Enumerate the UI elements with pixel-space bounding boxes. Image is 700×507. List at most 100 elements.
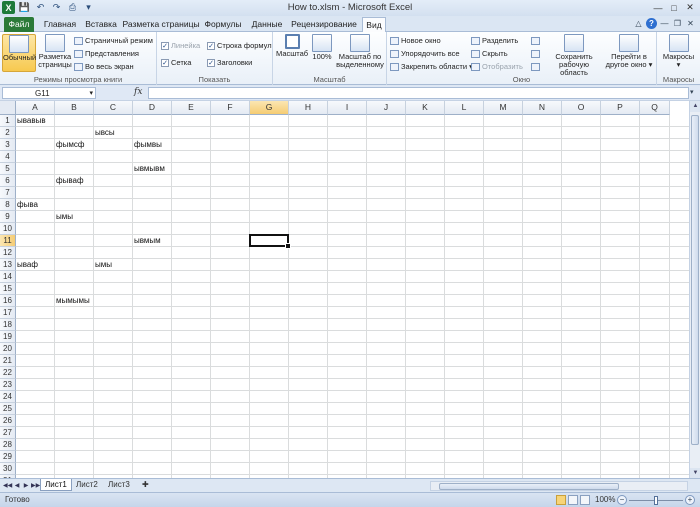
fullscreen-button[interactable]: Во весь экран — [74, 61, 134, 72]
row-header-22[interactable]: 22 — [0, 367, 16, 379]
last-sheet-icon[interactable]: ▶▶ — [31, 481, 40, 491]
split-button[interactable]: Разделить — [471, 35, 518, 46]
headings-checkbox[interactable]: ✓ Заголовки — [207, 57, 252, 68]
ruler-checkbox[interactable]: ✓ Линейка — [161, 40, 200, 51]
worksheet-grid[interactable]: ▲ ▼ A B C D E F G H I J K L M N O P Q 1 2 3 4 5 6 7 8 9 10 11 12 13 14… — [0, 100, 700, 487]
row-header-2[interactable]: 2 — [0, 127, 16, 139]
tab-view[interactable]: Вид — [362, 17, 386, 33]
row-header-16[interactable]: 16 — [0, 295, 16, 307]
row-header-25[interactable]: 25 — [0, 403, 16, 415]
doc-close-icon[interactable]: ✕ — [685, 18, 696, 29]
ribbon-collapse-icon[interactable]: △ — [633, 18, 644, 29]
horizontal-scroll-thumb[interactable] — [439, 483, 619, 490]
insert-sheet-icon[interactable]: ✚ — [138, 479, 153, 491]
column-header-g[interactable]: G — [250, 101, 289, 115]
column-header-n[interactable]: N — [523, 101, 562, 115]
row-header-8[interactable]: 8 — [0, 199, 16, 211]
zoom-out-icon[interactable]: − — [617, 495, 627, 505]
column-header-k[interactable]: K — [406, 101, 445, 115]
cell-a13[interactable]: ываф — [16, 259, 38, 271]
column-header-o[interactable]: O — [562, 101, 601, 115]
row-header-9[interactable]: 9 — [0, 211, 16, 223]
freeze-panes-button[interactable]: Закрепить области ▾ — [390, 61, 473, 72]
row-header-14[interactable]: 14 — [0, 271, 16, 283]
row-header-4[interactable]: 4 — [0, 151, 16, 163]
help-icon[interactable]: ? — [646, 18, 657, 29]
zoom-slider-thumb[interactable] — [654, 496, 658, 505]
row-header-1[interactable]: 1 — [0, 115, 16, 127]
insert-function-icon[interactable]: fx — [134, 87, 142, 97]
row-header-21[interactable]: 21 — [0, 355, 16, 367]
formula-bar-checkbox[interactable]: ✓ Строка формул — [207, 40, 272, 51]
row-header-30[interactable]: 30 — [0, 463, 16, 475]
prev-sheet-icon[interactable]: ◀ — [13, 481, 21, 491]
page-layout-shortcut-icon[interactable] — [568, 495, 578, 505]
scroll-up-icon[interactable]: ▲ — [690, 101, 700, 112]
row-header-7[interactable]: 7 — [0, 187, 16, 199]
tab-insert[interactable]: Вставка — [82, 17, 120, 32]
custom-views-button[interactable]: Представления — [74, 48, 139, 59]
cell-c13[interactable]: ымы — [94, 259, 112, 271]
switch-windows-button[interactable]: Перейти в другое окно ▾ — [603, 34, 655, 72]
tab-formulas[interactable]: Формулы — [202, 17, 244, 32]
sheet-tab-1[interactable]: Лист1 — [40, 479, 72, 491]
page-layout-button[interactable]: Разметка страницы — [38, 34, 72, 72]
sheet-tab-2[interactable]: Лист2 — [72, 479, 102, 491]
page-break-button[interactable]: Страничный режим — [74, 35, 153, 46]
row-header-10[interactable]: 10 — [0, 223, 16, 235]
column-header-a[interactable]: A — [16, 101, 55, 115]
cell-a1[interactable]: ывавыв — [16, 115, 46, 127]
tab-data[interactable]: Данные — [248, 17, 286, 32]
new-window-button[interactable]: Новое окно — [390, 35, 441, 46]
vertical-scroll-thumb[interactable] — [691, 115, 699, 445]
column-header-p[interactable]: P — [601, 101, 640, 115]
tab-home[interactable]: Главная — [40, 17, 80, 32]
tab-page-layout[interactable]: Разметка страницы — [122, 17, 200, 32]
zoom-button[interactable]: Масштаб — [276, 34, 308, 72]
zoom-selection-button[interactable]: Масштаб по выделенному — [336, 34, 384, 72]
cell-b9[interactable]: ымы — [55, 211, 73, 223]
reset-position-icon[interactable] — [531, 61, 542, 72]
zoom-in-icon[interactable]: + — [685, 495, 695, 505]
tab-file[interactable]: Файл — [4, 17, 34, 32]
row-header-18[interactable]: 18 — [0, 319, 16, 331]
expand-formula-bar-icon[interactable]: ▾ — [690, 88, 698, 97]
cell-a8[interactable]: фыва — [16, 199, 38, 211]
name-box[interactable]: G11 ▾ — [2, 87, 96, 99]
row-header-5[interactable]: 5 — [0, 163, 16, 175]
zoom-100-button[interactable]: 100% — [310, 34, 334, 72]
cell-b3[interactable]: фымсф — [55, 139, 84, 151]
column-header-b[interactable]: B — [55, 101, 94, 115]
column-header-i[interactable]: I — [328, 101, 367, 115]
cell-d11[interactable]: ывмым — [133, 235, 161, 247]
gridlines-checkbox[interactable]: ✓ Сетка — [161, 57, 191, 68]
hide-button[interactable]: Скрыть — [471, 48, 508, 59]
sync-scroll-icon[interactable] — [531, 48, 542, 59]
normal-view-button[interactable]: Обычный — [2, 34, 36, 72]
name-box-dropdown-icon[interactable]: ▾ — [89, 88, 93, 99]
page-break-shortcut-icon[interactable] — [580, 495, 590, 505]
row-header-12[interactable]: 12 — [0, 247, 16, 259]
row-header-19[interactable]: 19 — [0, 331, 16, 343]
formula-input[interactable] — [148, 87, 689, 99]
vertical-scrollbar[interactable]: ▲ ▼ — [689, 101, 700, 479]
row-header-11[interactable]: 11 — [0, 235, 16, 247]
row-header-6[interactable]: 6 — [0, 175, 16, 187]
sheet-tab-3[interactable]: Лист3 — [104, 479, 134, 491]
normal-view-shortcut-icon[interactable] — [556, 495, 566, 505]
column-header-e[interactable]: E — [172, 101, 211, 115]
select-all-corner[interactable] — [0, 101, 16, 115]
row-header-28[interactable]: 28 — [0, 439, 16, 451]
zoom-level[interactable]: 100% — [595, 495, 615, 504]
row-header-24[interactable]: 24 — [0, 391, 16, 403]
row-header-23[interactable]: 23 — [0, 379, 16, 391]
next-sheet-icon[interactable]: ▶ — [22, 481, 30, 491]
cell-b6[interactable]: фываф — [55, 175, 84, 187]
row-header-15[interactable]: 15 — [0, 283, 16, 295]
tab-review[interactable]: Рецензирование — [290, 17, 358, 32]
active-cell-g11[interactable] — [249, 234, 291, 249]
row-header-3[interactable]: 3 — [0, 139, 16, 151]
doc-restore-icon[interactable]: ❐ — [672, 18, 683, 29]
unhide-button[interactable]: Отобразить — [471, 61, 523, 72]
minimize-icon[interactable]: — — [650, 1, 666, 14]
